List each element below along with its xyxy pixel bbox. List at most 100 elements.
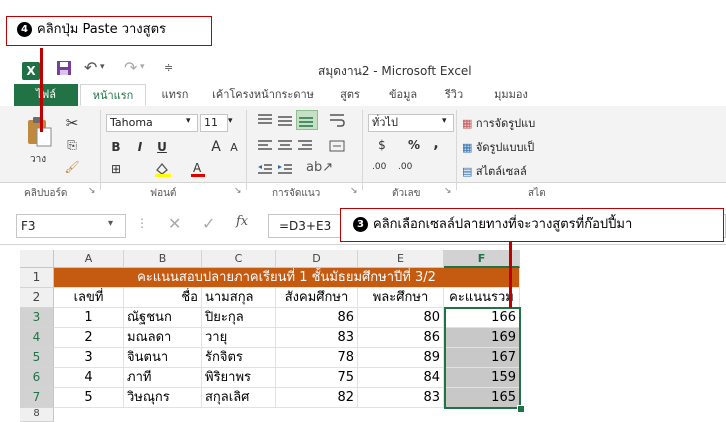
paste-button[interactable]	[24, 116, 54, 151]
table-cell[interactable]: 89	[358, 348, 444, 368]
tab-view[interactable]: มุมมอง	[484, 84, 538, 106]
merge-center-icon[interactable]	[328, 138, 346, 157]
align-left-icon[interactable]	[256, 138, 274, 157]
table-cell[interactable]: 82	[276, 388, 358, 408]
tab-review[interactable]: รีวิว	[436, 84, 472, 106]
table-cell[interactable]: 83	[276, 328, 358, 348]
table-cell[interactable]: 78	[276, 348, 358, 368]
table-cell[interactable]: สกุลเลิศ	[202, 388, 276, 408]
row-header[interactable]: 7	[20, 388, 54, 408]
header-cell[interactable]: เลขที่	[54, 288, 124, 308]
tab-formulas[interactable]: สูตร	[330, 84, 370, 106]
table-cell[interactable]: ณัฐชนก	[124, 308, 202, 328]
table-cell[interactable]: 1	[54, 308, 124, 328]
top-align-icon[interactable]	[256, 112, 274, 131]
table-cell[interactable]: ปิยะกุล	[202, 308, 276, 328]
dialog-launcher-icon[interactable]: ↘	[444, 186, 452, 196]
row-header[interactable]: 5	[20, 348, 54, 368]
align-right-icon[interactable]	[296, 138, 314, 157]
table-cell[interactable]: รักจิตร	[202, 348, 276, 368]
row-header[interactable]: 2	[20, 288, 54, 308]
table-cell[interactable]: 86	[276, 308, 358, 328]
redo-icon[interactable]: ↷	[124, 58, 137, 77]
bottom-align-icon[interactable]	[296, 110, 318, 130]
shrink-font-button[interactable]: A	[226, 141, 242, 154]
customize-toolbar-icon[interactable]: ≑	[164, 61, 173, 74]
row-header[interactable]: 8	[20, 408, 54, 422]
decrease-decimal-button[interactable]: .00	[398, 162, 412, 172]
insert-function-icon[interactable]: fx	[236, 214, 248, 229]
table-cell[interactable]: 83	[358, 388, 444, 408]
column-header-c[interactable]: C	[202, 250, 276, 268]
chevron-down-icon[interactable]: ▾	[108, 218, 113, 229]
header-cell[interactable]: นามสกุล	[202, 288, 276, 308]
table-cell[interactable]: 75	[276, 368, 358, 388]
table-cell[interactable]: วิษณุกร	[124, 388, 202, 408]
chevron-down-icon[interactable]: ▾	[186, 116, 191, 126]
align-center-icon[interactable]	[276, 138, 294, 157]
wrap-text-icon[interactable]	[328, 112, 346, 131]
fill-handle[interactable]	[517, 405, 525, 413]
column-header-b[interactable]: B	[124, 250, 202, 268]
underline-button[interactable]: U	[154, 140, 170, 154]
select-all-corner[interactable]	[20, 250, 54, 268]
format-as-table-button[interactable]: ▦ จัดรูปแบบเป็	[462, 138, 534, 156]
table-cell[interactable]: วายุ	[202, 328, 276, 348]
table-cell[interactable]: 4	[54, 368, 124, 388]
borders-icon[interactable]: ⊞	[108, 162, 124, 176]
currency-button[interactable]: $	[374, 138, 390, 152]
row-header[interactable]: 3	[20, 308, 54, 328]
font-size-select[interactable]: 11	[200, 114, 228, 132]
enter-icon[interactable]: ✓	[202, 214, 215, 233]
table-cell[interactable]: 80	[358, 308, 444, 328]
percent-button[interactable]: %	[406, 138, 422, 152]
table-cell[interactable]: 3	[54, 348, 124, 368]
conditional-formatting-button[interactable]: ▦ การจัดรูปแบ	[462, 114, 535, 132]
tab-page-layout[interactable]: เค้าโครงหน้ากระดาษ	[206, 84, 320, 106]
column-header-e[interactable]: E	[358, 250, 444, 268]
column-header-a[interactable]: A	[54, 250, 124, 268]
decrease-indent-icon[interactable]	[256, 162, 274, 181]
italic-button[interactable]: I	[132, 140, 148, 154]
font-name-select[interactable]: Tahoma	[106, 114, 198, 132]
tab-insert[interactable]: แทรก	[150, 84, 200, 106]
increase-indent-icon[interactable]	[276, 162, 294, 181]
undo-icon[interactable]: ↶	[84, 58, 97, 77]
chevron-down-icon[interactable]: ▾	[442, 116, 447, 126]
cancel-icon[interactable]: ✕	[168, 214, 181, 233]
grow-font-button[interactable]: A	[208, 139, 224, 155]
table-cell[interactable]: ภาที	[124, 368, 202, 388]
font-color-icon[interactable]: A	[188, 160, 210, 178]
undo-dropdown-icon[interactable]: ▾	[100, 62, 105, 72]
fill-color-icon[interactable]	[152, 160, 174, 178]
copy-icon[interactable]: ⎘	[64, 138, 80, 153]
dialog-launcher-icon[interactable]: ↘	[350, 186, 358, 196]
middle-align-icon[interactable]	[276, 112, 294, 131]
table-cell[interactable]: จินตนา	[124, 348, 202, 368]
orientation-icon[interactable]: ab↗	[306, 160, 333, 175]
row-header[interactable]: 4	[20, 328, 54, 348]
dialog-launcher-icon[interactable]: ↘	[88, 186, 96, 196]
chevron-down-icon[interactable]: ▾	[228, 116, 233, 126]
sheet-banner-cell[interactable]: คะแนนสอบปลายภาคเรียนที่ 1 ชั้นมัธยมศึกษา…	[54, 268, 520, 288]
cut-icon[interactable]: ✂	[64, 114, 80, 132]
table-cell[interactable]: 2	[54, 328, 124, 348]
bold-button[interactable]: B	[108, 140, 124, 154]
tab-file[interactable]: ไฟล์	[14, 84, 78, 106]
comma-button[interactable]: ,	[428, 136, 444, 152]
table-cell[interactable]: มณลดา	[124, 328, 202, 348]
table-cell[interactable]: 5	[54, 388, 124, 408]
increase-decimal-button[interactable]: .00	[372, 162, 386, 172]
save-icon[interactable]	[56, 60, 72, 80]
row-header[interactable]: 6	[20, 368, 54, 388]
column-header-d[interactable]: D	[276, 250, 358, 268]
header-cell[interactable]: สังคมศึกษา	[276, 288, 358, 308]
tab-data[interactable]: ข้อมูล	[380, 84, 426, 106]
header-cell[interactable]: พละศึกษา	[358, 288, 444, 308]
table-cell[interactable]: พิริยาพร	[202, 368, 276, 388]
row-header[interactable]: 1	[20, 268, 54, 288]
table-cell[interactable]: 86	[358, 328, 444, 348]
format-painter-icon[interactable]: 🖌	[64, 160, 80, 174]
header-cell[interactable]: ชื่อ	[124, 288, 202, 308]
dialog-launcher-icon[interactable]: ↘	[234, 186, 242, 196]
